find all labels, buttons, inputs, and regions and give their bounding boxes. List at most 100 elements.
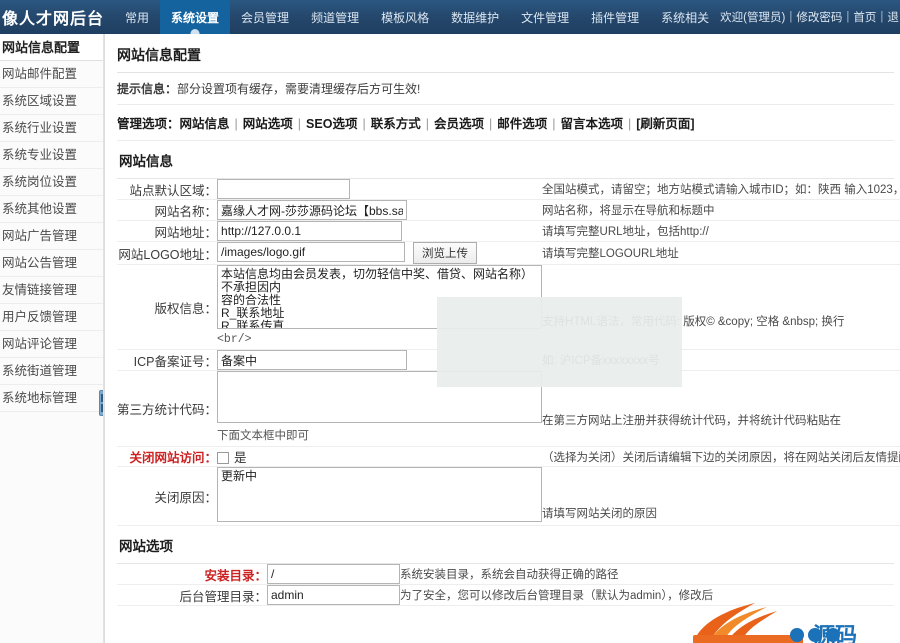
site-info-hint-1: 网站名称，将显示在导航和标题中 — [542, 205, 715, 217]
option-separator: | — [362, 117, 366, 131]
management-option-4[interactable]: 会员选项 — [434, 117, 484, 131]
site-info-row-0: 站点默认区域： 全国站模式，请留空；地方站模式请输入城市ID；如：陕西 输入102… — [117, 179, 900, 200]
site-info-field-2 — [217, 221, 542, 242]
sidebar-item-13[interactable]: 系统地标管理 — [0, 385, 103, 412]
top-right-link-0[interactable]: 欢迎(管理员) — [720, 9, 785, 25]
nav-item-2[interactable]: 会员管理 — [230, 0, 300, 34]
site-option-input-1[interactable] — [267, 585, 400, 605]
nav-item-1[interactable]: 系统设置 — [160, 0, 231, 34]
site-info-input-0[interactable] — [217, 179, 351, 199]
close-reason-field-cell — [217, 467, 543, 526]
top-right-link-1[interactable]: 修改密码 — [796, 9, 842, 25]
form-row-close-site: 关闭网站访问： 是 （选择为关闭）关闭后请编辑下边的关闭原因，将在网站关闭后友情… — [117, 447, 900, 467]
option-separator: | — [628, 117, 632, 131]
nav-item-3[interactable]: 频道管理 — [300, 0, 370, 34]
site-info-field-0 — [217, 179, 542, 200]
top-navigation-bar: 像人才网后台 常用 系统设置 会员管理 频道管理 模板风格 数据维护 文件管理 插件管理 系统相… — [0, 0, 900, 34]
management-options-row: 管理选项：网站信息 | 网站选项 | SEO选项 | 联系方式 | 会员选项 | 邮件选项 | 留言本选… — [117, 105, 894, 141]
management-option-7[interactable]: [刷新页面] — [636, 117, 694, 131]
site-info-label-1: 网站名称： — [154, 204, 218, 219]
form-row-stats: 第三方统计代码： 下面文本框中即可 在第三方网站上注册并获得统计代码，并将统计代… — [117, 371, 900, 447]
stats-hint: 在第三方网站上注册并获得统计代码，并将统计代码粘贴在 — [542, 415, 842, 427]
icp-field-cell — [217, 350, 542, 371]
main-nav: 常用 系统设置 会员管理 频道管理 模板风格 数据维护 文件管理 插件管理 系统相关 — [114, 0, 720, 34]
stats-textarea[interactable] — [217, 371, 543, 423]
top-right-separator: | — [846, 11, 850, 23]
sidebar-item-1[interactable]: 网站邮件配置 — [0, 61, 103, 88]
icp-input[interactable] — [217, 350, 408, 370]
management-option-6[interactable]: 留言本选项 — [561, 117, 624, 131]
sidebar-item-3[interactable]: 系统行业设置 — [0, 115, 103, 142]
copyright-label: 版权信息： — [154, 301, 218, 316]
nav-item-4[interactable]: 模板风格 — [370, 0, 440, 34]
nav-item-6[interactable]: 文件管理 — [510, 0, 580, 34]
copyright-textarea[interactable] — [217, 265, 543, 329]
sidebar-item-11[interactable]: 网站评论管理 — [0, 331, 103, 358]
site-option-field-1 — [267, 585, 400, 606]
sidebar-item-8[interactable]: 网站公告管理 — [0, 250, 103, 277]
site-info-browse-button-3[interactable]: 浏览上传 — [413, 242, 478, 264]
top-right-link-2[interactable]: 首页 — [853, 9, 876, 25]
management-option-1[interactable]: 网站选项 — [243, 117, 293, 131]
page-title: 网站信息配置 — [117, 47, 201, 63]
close-site-checkbox[interactable] — [217, 452, 230, 464]
icp-label: ICP备案证号： — [133, 354, 218, 369]
form-row-icp: ICP备案证号： 如: 沪ICP备xxxxxxxx号 — [117, 350, 900, 371]
option-separator: | — [425, 117, 429, 131]
sidebar-item-7[interactable]: 网站广告管理 — [0, 223, 103, 250]
management-option-2[interactable]: SEO选项 — [306, 117, 357, 131]
site-info-input-3[interactable] — [217, 242, 406, 263]
option-separator: | — [297, 117, 302, 131]
sidebar-item-5[interactable]: 系统岗位设置 — [0, 169, 103, 196]
close-site-checkbox-label: 是 — [234, 451, 247, 465]
sidebar-item-6[interactable]: 系统其他设置 — [0, 196, 103, 223]
tip-row: 提示信息：部分设置项有缓存，需要清理缓存后方可生效! — [117, 73, 894, 105]
copyright-hint: 支持HTML语法，常用代码: 版权© &copy; 空格 &nbsp; 换行 — [542, 316, 845, 328]
site-info-field-1 — [217, 200, 542, 221]
stats-field-cell: 下面文本框中即可 — [217, 371, 543, 447]
site-info-hint-3: 请填写完整LOGOURL地址 — [542, 248, 679, 260]
main-content: 网站信息配置 提示信息：部分设置项有缓存，需要清理缓存后方可生效! 管理选项：网… — [104, 34, 900, 643]
copyright-field-cell: <br/> — [217, 265, 543, 350]
management-option-3[interactable]: 联系方式 — [371, 117, 421, 131]
site-info-row-2: 网站地址： 请填写完整URL地址，包括http:// — [117, 221, 900, 242]
sidebar-item-4[interactable]: 系统专业设置 — [0, 142, 103, 169]
sidebar-item-0[interactable]: 网站信息配置 — [0, 34, 103, 61]
top-right-links: 欢迎(管理员) | 修改密码 | 首页 | 退 — [720, 0, 900, 34]
management-options-label: 管理选项： — [117, 117, 180, 131]
top-right-separator: | — [880, 11, 884, 23]
nav-item-8[interactable]: 系统相关 — [650, 0, 720, 34]
site-brand-title: 像人才网后台 — [2, 11, 105, 28]
management-option-0[interactable]: 网站信息 — [180, 117, 230, 131]
section-title-site-options: 网站选项 — [117, 526, 894, 564]
site-info-input-1[interactable] — [217, 200, 408, 220]
management-option-5[interactable]: 邮件选项 — [497, 117, 547, 131]
site-info-row-3: 网站LOGO地址： 浏览上传 请填写完整LOGOURL地址 — [117, 242, 900, 265]
site-info-label-3: 网站LOGO地址： — [118, 247, 218, 262]
close-reason-textarea[interactable] — [217, 467, 543, 522]
sidebar-item-10[interactable]: 用户反馈管理 — [0, 304, 103, 331]
site-info-field-3: 浏览上传 — [217, 242, 542, 265]
nav-item-7[interactable]: 插件管理 — [580, 0, 650, 34]
section-title-site-info: 网站信息 — [117, 141, 894, 179]
admin-page: 像人才网后台 常用 系统设置 会员管理 频道管理 模板风格 数据维护 文件管理 插件管理 系统相… — [0, 0, 900, 643]
sidebar-item-9[interactable]: 友情链接管理 — [0, 277, 103, 304]
site-option-input-0[interactable] — [267, 564, 400, 584]
close-reason-label: 关闭原因： — [154, 490, 218, 505]
sidebar-item-12[interactable]: 系统街道管理 — [0, 358, 103, 385]
page-body: 网站信息配置 网站邮件配置 系统区域设置 系统行业设置 系统专业设置 系统岗位设置 系统其他… — [0, 34, 900, 643]
nav-item-0[interactable]: 常用 — [114, 0, 160, 34]
site-option-hint-1: 为了安全，您可以修改后台管理目录（默认为admin），修改后 — [400, 590, 714, 602]
stats-label: 第三方统计代码： — [117, 403, 218, 417]
sidebar: 网站信息配置 网站邮件配置 系统区域设置 系统行业设置 系统专业设置 系统岗位设置 系统其他… — [0, 34, 104, 643]
close-site-field-cell: 是 — [217, 447, 542, 467]
nav-item-5[interactable]: 数据维护 — [440, 0, 510, 34]
tip-label: 提示信息： — [117, 82, 178, 96]
stats-note: 下面文本框中即可 — [217, 430, 310, 443]
sidebar-item-2[interactable]: 系统区域设置 — [0, 88, 103, 115]
top-right-link-3[interactable]: 退 — [887, 9, 899, 25]
site-option-label-0: 安装目录： — [204, 568, 267, 583]
site-option-hint-0: 系统安装目录，系统会自动获得正确的路径 — [400, 569, 619, 581]
site-info-form: 站点默认区域： 全国站模式，请留空；地方站模式请输入城市ID；如：陕西 输入102… — [117, 179, 900, 526]
site-info-input-2[interactable] — [217, 221, 403, 241]
